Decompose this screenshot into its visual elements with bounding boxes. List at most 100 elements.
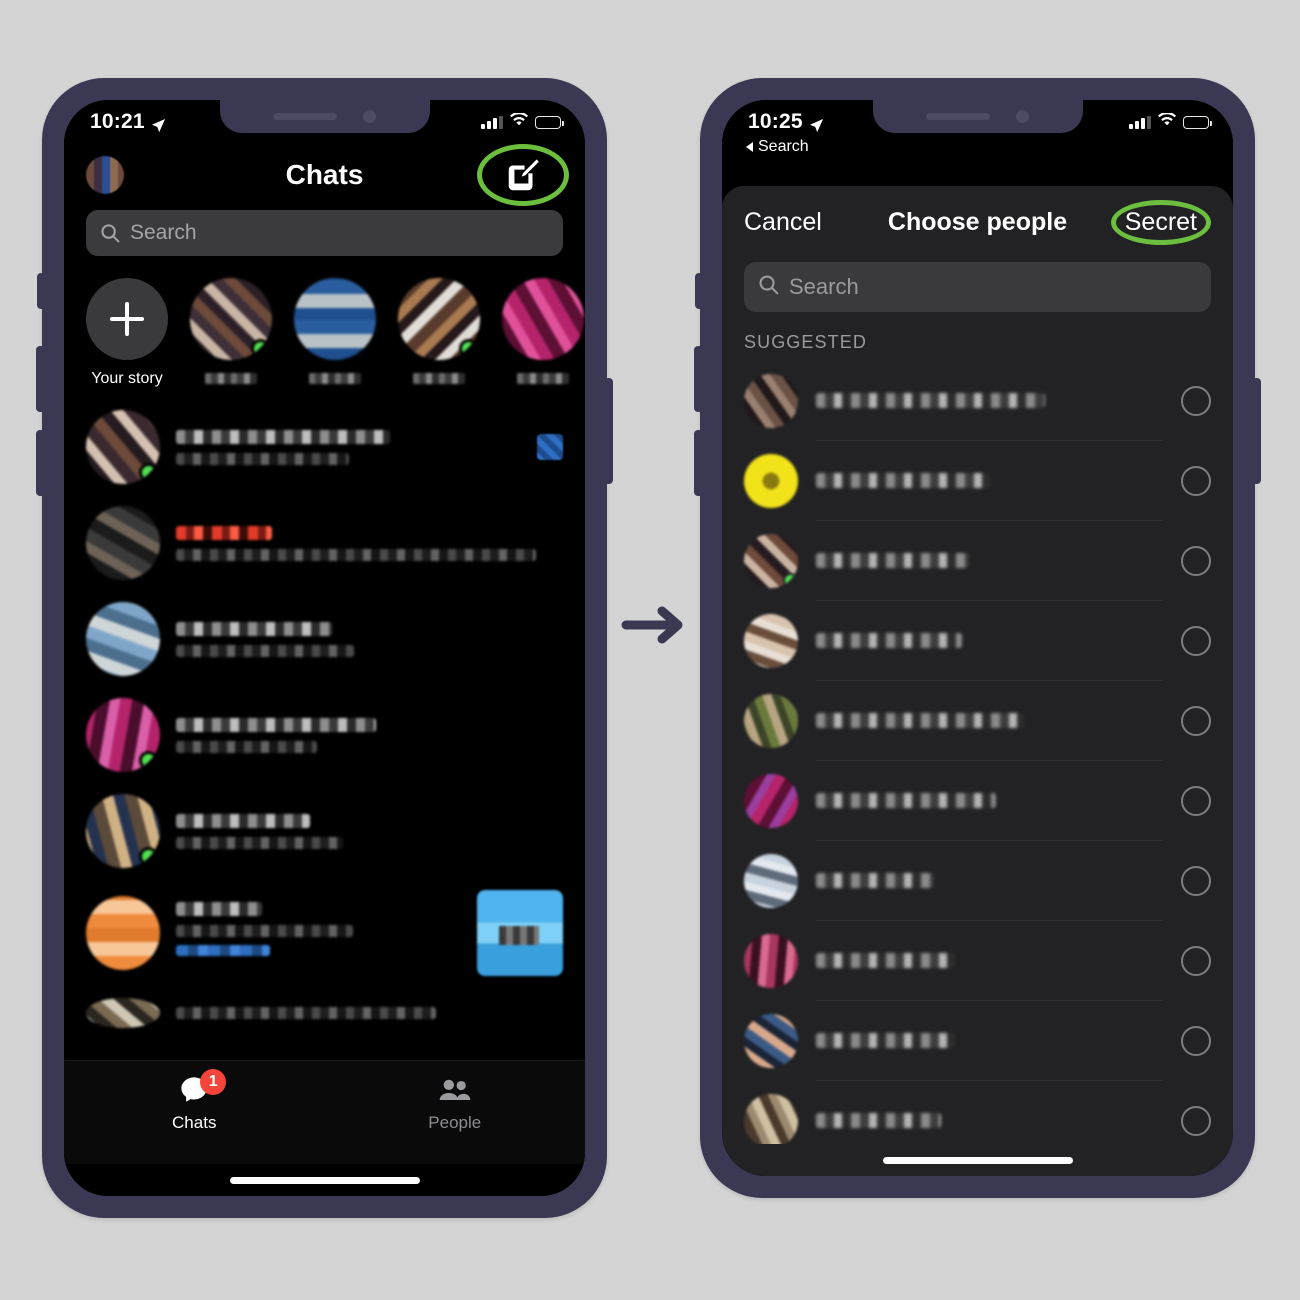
tab-people[interactable]: People — [325, 1073, 586, 1133]
online-status-dot — [139, 463, 158, 482]
back-to-app-button[interactable]: Search — [746, 138, 1233, 156]
story-item[interactable] — [398, 278, 480, 389]
list-item[interactable] — [722, 521, 1233, 601]
list-item[interactable] — [722, 841, 1233, 921]
compose-button[interactable] — [477, 144, 569, 206]
volume-up-button[interactable] — [36, 346, 45, 412]
avatar — [86, 998, 160, 1028]
home-indicator[interactable] — [64, 1164, 585, 1196]
your-story-button[interactable]: Your story — [86, 278, 168, 389]
chat-text — [176, 429, 521, 465]
chat-list[interactable] — [64, 395, 585, 1060]
tab-people-label: People — [428, 1113, 482, 1132]
list-item[interactable] — [722, 761, 1233, 841]
select-radio[interactable] — [1181, 546, 1211, 576]
chat-preview-redacted — [176, 740, 317, 753]
volume-up-button[interactable] — [694, 346, 703, 412]
back-to-app-label: Search — [758, 138, 809, 155]
list-item[interactable] — [722, 361, 1233, 441]
chat-link-redacted — [176, 944, 271, 956]
chat-name-redacted — [176, 813, 310, 828]
avatar — [744, 534, 798, 588]
left-phone-screen: 10:21 Chats Search Your story 1 Chats Pe… — [64, 100, 585, 1196]
select-radio[interactable] — [1181, 386, 1211, 416]
avatar — [744, 454, 798, 508]
status-time: 10:25 — [748, 110, 803, 133]
chats-header: Chats — [64, 144, 585, 206]
left-phone-frame: 10:21 Chats Search Your story 1 Chats Pe… — [36, 78, 613, 1218]
chat-trailing — [537, 434, 563, 460]
select-radio[interactable] — [1181, 1026, 1211, 1056]
search-input[interactable]: Search — [86, 210, 563, 256]
media-thumbnail[interactable] — [477, 890, 563, 976]
select-radio[interactable] — [1181, 1106, 1211, 1136]
chat-row[interactable] — [64, 783, 585, 879]
story-item[interactable] — [190, 278, 272, 389]
profile-avatar[interactable] — [86, 156, 124, 194]
unread-badge: 1 — [200, 1069, 227, 1095]
select-radio[interactable] — [1181, 866, 1211, 896]
notch — [219, 100, 430, 133]
chat-text — [176, 901, 461, 965]
wifi-icon — [1158, 111, 1176, 131]
chat-text — [176, 1007, 547, 1019]
silent-switch[interactable] — [37, 273, 45, 309]
list-item[interactable] — [722, 1081, 1233, 1144]
story-item[interactable] — [502, 278, 584, 389]
power-button[interactable] — [604, 378, 613, 484]
chat-text — [176, 525, 547, 561]
cancel-button[interactable]: Cancel — [744, 208, 822, 237]
chat-row[interactable] — [64, 879, 585, 987]
silent-switch[interactable] — [695, 273, 703, 309]
select-radio[interactable] — [1181, 786, 1211, 816]
list-item[interactable] — [722, 681, 1233, 761]
chat-row[interactable] — [64, 987, 585, 1039]
chat-row[interactable] — [64, 495, 585, 591]
status-time-group: 10:21 — [90, 110, 166, 134]
front-camera-icon — [363, 110, 376, 123]
select-radio[interactable] — [1181, 946, 1211, 976]
avatar — [744, 374, 798, 428]
front-camera-icon — [1016, 110, 1029, 123]
cellular-bars-icon — [1129, 115, 1151, 129]
search-input[interactable]: Search — [744, 262, 1211, 312]
stories-row[interactable]: Your story — [64, 256, 585, 395]
chat-row[interactable] — [64, 591, 585, 687]
avatar — [86, 602, 160, 676]
list-item[interactable] — [722, 601, 1233, 681]
list-item[interactable] — [722, 921, 1233, 1001]
person-name-redacted — [816, 1113, 941, 1128]
list-item[interactable] — [722, 1001, 1233, 1081]
select-radio[interactable] — [1181, 706, 1211, 736]
people-list[interactable] — [722, 361, 1233, 1144]
chat-preview-redacted — [176, 836, 343, 849]
chat-name-redacted — [176, 429, 390, 444]
battery-low-icon — [1183, 115, 1212, 129]
volume-down-button[interactable] — [694, 430, 703, 496]
chats-app: 10:21 Chats Search Your story 1 Chats Pe… — [64, 100, 585, 1196]
person-name-redacted — [816, 473, 990, 488]
power-button[interactable] — [1252, 378, 1261, 484]
avatar — [744, 1094, 798, 1144]
choose-people-app: 10:25 Search Cancel Choose people Secret… — [722, 100, 1233, 1176]
tab-bar[interactable]: 1 Chats People — [64, 1060, 585, 1164]
person-name-cell — [816, 681, 1163, 761]
story-item[interactable] — [294, 278, 376, 389]
comparison-stage: 10:21 Chats Search Your story 1 Chats Pe… — [0, 0, 1300, 1300]
person-name-cell — [816, 441, 1163, 521]
volume-down-button[interactable] — [36, 430, 45, 496]
chat-row[interactable] — [64, 399, 585, 495]
home-indicator[interactable] — [722, 1144, 1233, 1176]
select-radio[interactable] — [1181, 466, 1211, 496]
select-radio[interactable] — [1181, 626, 1211, 656]
location-arrow-icon — [151, 115, 166, 132]
earpiece-speaker — [273, 113, 337, 120]
tab-chats[interactable]: 1 Chats — [64, 1069, 325, 1133]
chat-name-redacted — [176, 525, 273, 540]
secret-button[interactable]: Secret — [1110, 199, 1211, 245]
online-status-dot — [139, 847, 158, 866]
chat-row[interactable] — [64, 687, 585, 783]
search-icon — [100, 223, 120, 243]
list-item[interactable] — [722, 441, 1233, 521]
search-placeholder: Search — [130, 221, 197, 244]
